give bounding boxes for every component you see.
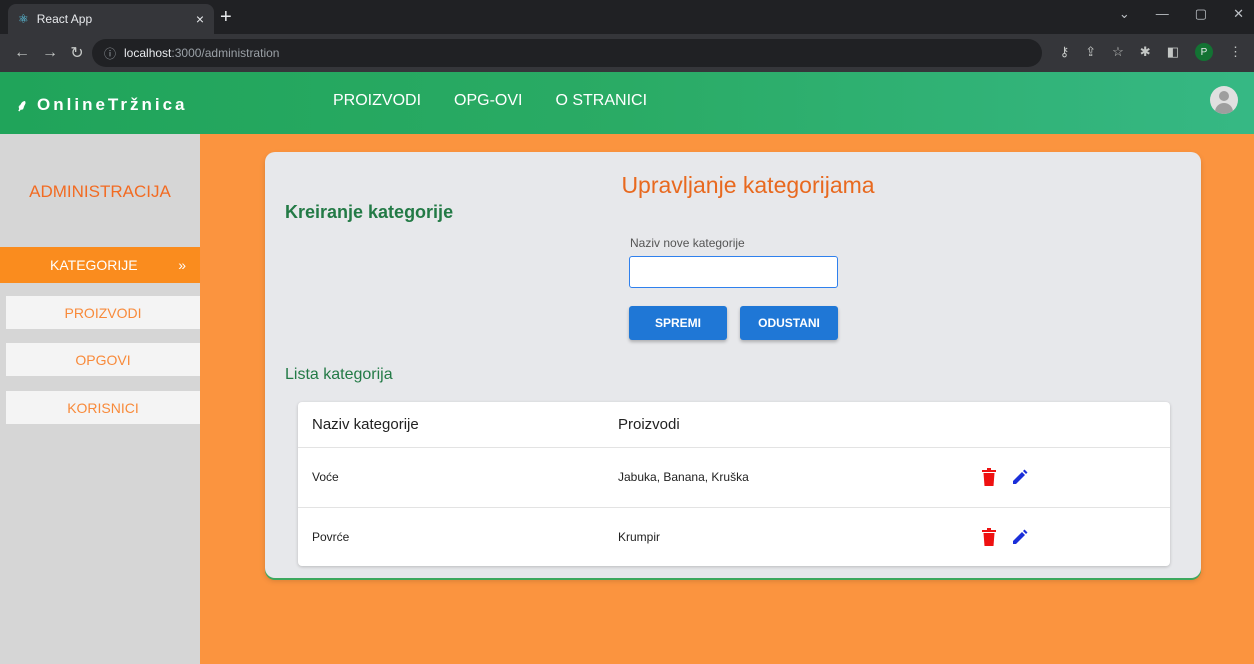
key-icon[interactable]: ⚷: [1060, 44, 1070, 60]
category-name-cell: Povrće: [312, 530, 350, 544]
url-host: localhost: [124, 46, 172, 60]
address-bar: ← → ↻ ⓘ localhost:3000/administration ⚷ …: [0, 34, 1254, 72]
row-actions: [982, 528, 1028, 546]
sidebar-item-korisnici[interactable]: KORISNICI: [6, 391, 200, 424]
tab-title: React App: [36, 12, 93, 26]
new-tab-button[interactable]: +: [220, 6, 232, 28]
category-table: Naziv kategorije Proizvodi Voće Jabuka, …: [298, 402, 1170, 566]
column-header-name: Naziv kategorije: [312, 416, 419, 433]
cancel-button[interactable]: ODUSTANI: [740, 306, 838, 340]
logo[interactable]: ⸙ OnlineTržnica: [16, 94, 188, 116]
table-row: Povrće Krumpir: [298, 508, 1170, 566]
url-input[interactable]: ⓘ localhost:3000/administration: [92, 39, 1042, 67]
table-row: Voće Jabuka, Banana, Kruška: [298, 448, 1170, 508]
row-actions: [982, 468, 1028, 486]
star-icon[interactable]: ☆: [1112, 44, 1124, 60]
maximize-icon[interactable]: ▢: [1195, 6, 1207, 22]
products-cell: Jabuka, Banana, Kruška: [618, 470, 749, 484]
browser-tab-bar: ⚛ React App × + ⌄ — ▢ ✕: [0, 0, 1254, 34]
edit-icon[interactable]: [1012, 469, 1028, 485]
category-name-cell: Voće: [312, 470, 339, 484]
share-icon[interactable]: ⇪: [1085, 44, 1096, 60]
logo-text: OnlineTržnica: [37, 95, 188, 114]
browser-tab[interactable]: ⚛ React App ×: [8, 4, 214, 34]
app-header: ⸙ OnlineTržnica PROIZVODI OPG-OVI O STRA…: [0, 72, 1254, 134]
leaf-icon: ⸙: [16, 98, 32, 115]
edit-icon[interactable]: [1012, 529, 1028, 545]
sidebar-item-label: KATEGORIJE: [50, 257, 138, 273]
close-window-icon[interactable]: ✕: [1233, 6, 1244, 22]
site-info-icon[interactable]: ⓘ: [104, 45, 116, 62]
tab-close-icon[interactable]: ×: [196, 11, 204, 27]
react-icon: ⚛: [18, 12, 29, 26]
window-controls: ⌄ — ▢ ✕: [1119, 6, 1244, 22]
minimize-icon[interactable]: —: [1156, 6, 1169, 22]
back-icon[interactable]: ←: [14, 44, 30, 62]
nav-proizvodi[interactable]: PROIZVODI: [333, 92, 421, 110]
delete-icon[interactable]: [982, 528, 996, 546]
category-management-card: Upravljanje kategorijama Kreiranje kateg…: [265, 152, 1201, 578]
main-area: ADMINISTRACIJA KATEGORIJE » PROIZVODI OP…: [0, 134, 1254, 664]
category-name-input[interactable]: [629, 256, 838, 288]
sidebar-item-opgovi[interactable]: OPGOVI: [6, 343, 200, 376]
profile-avatar[interactable]: P: [1195, 43, 1213, 61]
tab-search-icon[interactable]: ⌄: [1119, 6, 1130, 22]
save-button[interactable]: SPREMI: [629, 306, 727, 340]
menu-icon[interactable]: ⋮: [1229, 44, 1242, 60]
create-section-title: Kreiranje kategorije: [285, 202, 454, 222]
page-title: Upravljanje kategorijama: [621, 172, 875, 198]
delete-icon[interactable]: [982, 468, 996, 486]
chevron-right-icon: »: [178, 257, 186, 273]
sidebar-item-label: OPGOVI: [75, 351, 131, 368]
main-nav: PROIZVODI OPG-OVI O STRANICI: [333, 92, 647, 110]
forward-icon[interactable]: →: [42, 44, 58, 62]
sidebar-item-label: KORISNICI: [67, 399, 139, 416]
sidebar-item-kategorije[interactable]: KATEGORIJE »: [0, 247, 200, 283]
list-section-title: Lista kategorija: [285, 366, 393, 383]
sidebar-item-proizvodi[interactable]: PROIZVODI: [6, 296, 200, 329]
products-cell: Krumpir: [618, 530, 661, 544]
url-path: :3000/administration: [171, 46, 280, 60]
user-avatar-icon[interactable]: [1210, 86, 1238, 114]
nav-opg-ovi[interactable]: OPG-OVI: [454, 92, 522, 110]
side-panel-icon[interactable]: ◧: [1167, 44, 1179, 60]
sidebar-title: ADMINISTRACIJA: [29, 182, 171, 201]
reload-icon[interactable]: ↻: [70, 43, 84, 63]
column-header-products: Proizvodi: [618, 416, 680, 433]
nav-o-stranici[interactable]: O STRANICI: [555, 92, 647, 110]
category-name-label: Naziv nove kategorije: [630, 236, 745, 250]
sidebar: ADMINISTRACIJA KATEGORIJE » PROIZVODI OP…: [0, 134, 200, 664]
table-header-row: Naziv kategorije Proizvodi: [298, 402, 1170, 448]
extensions-icon[interactable]: ✱: [1140, 44, 1151, 60]
sidebar-item-label: PROIZVODI: [64, 304, 142, 321]
toolbar-icons: ⚷ ⇪ ☆ ✱ ◧ P ⋮: [1060, 43, 1242, 61]
